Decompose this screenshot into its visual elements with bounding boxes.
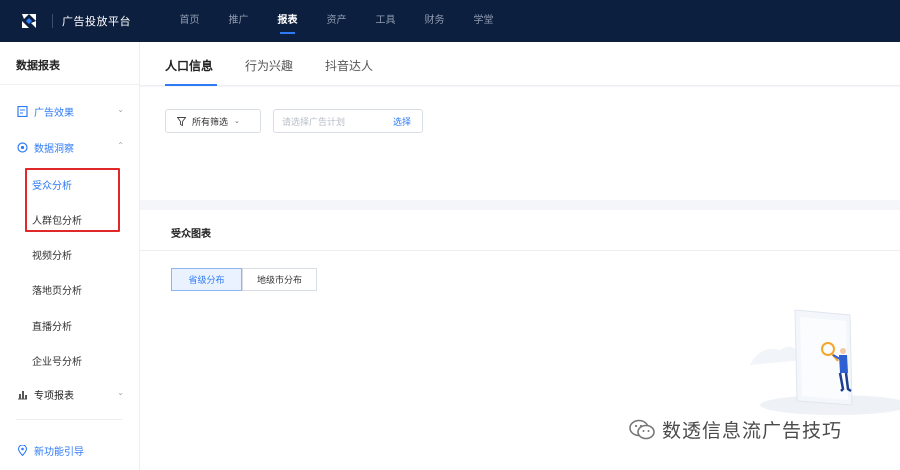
watermark: 数透信息流广告技巧 [628,416,842,443]
sidebar-group-label: 数据洞察 [34,143,74,155]
brand-name: 广告投放平台 [62,15,131,28]
tab-demographics[interactable]: 人口信息 [165,57,213,74]
main-nav: 首页 推广 报表 资产 工具 财务 学堂 [165,0,508,42]
location-pin-icon [16,444,28,456]
bar-chart-icon [16,388,28,400]
tab-behavior-interest[interactable]: 行为兴趣 [245,57,293,74]
sidebar-group-special-reports[interactable]: 专项报表 ⌄ [16,384,128,404]
segment-province[interactable]: 省级分布 [171,268,242,291]
segment-city[interactable]: 地级市分布 [242,268,317,291]
brand-divider [52,14,53,28]
top-nav-bar: 广告投放平台 首页 推广 报表 资产 工具 财务 学堂 [0,0,900,42]
ad-plan-picker[interactable]: 请选择广告计划 选择 [273,109,423,133]
card-title: 受众图表 [171,229,211,240]
nav-finance[interactable]: 财务 [410,0,459,42]
sidebar-group-label: 广告效果 [34,107,74,119]
sidebar-item-enterprise-account-analysis[interactable]: 企业号分析 [32,353,82,368]
sidebar-item-live-analysis[interactable]: 直播分析 [32,318,72,333]
chevron-down-icon: ⌄ [117,105,124,114]
nav-home[interactable]: 首页 [165,0,214,42]
filter-panel: 所有筛选 ⌄ 请选择广告计划 选择 [140,87,900,200]
sidebar-item-video-analysis[interactable]: 视频分析 [32,247,72,262]
sidebar-group-label: 新功能引导 [34,446,84,458]
sidebar-group-ad-effect[interactable]: 广告效果 ⌄ [16,101,128,121]
sidebar-group-data-insight[interactable]: 数据洞察 ⌃ [16,137,128,157]
nav-academy[interactable]: 学堂 [459,0,508,42]
sidebar-title: 数据报表 [16,59,60,72]
filter-icon [177,116,186,126]
report-icon [16,105,28,117]
watermark-text: 数透信息流广告技巧 [662,420,843,442]
nav-tools[interactable]: 工具 [361,0,410,42]
all-filters-button[interactable]: 所有筛选 ⌄ [165,109,261,133]
main-content: 人口信息 行为兴趣 抖音达人 所有筛选 ⌄ 请选择广告计划 选择 受众图表 省级… [140,42,900,470]
select-plan-button[interactable]: 选择 [393,115,411,128]
tab-douyin-influencers[interactable]: 抖音达人 [325,57,373,74]
empty-state-illustration [740,305,900,419]
insight-icon [16,141,28,153]
brand-logo-icon[interactable] [18,10,40,32]
wechat-icon [628,418,656,442]
nav-promotion[interactable]: 推广 [214,0,263,42]
chevron-up-icon: ⌃ [117,141,124,150]
nav-assets[interactable]: 资产 [312,0,361,42]
tab-bar: 人口信息 行为兴趣 抖音达人 [140,42,900,86]
card-divider [140,250,900,251]
sidebar-new-feature-guide[interactable]: 新功能引导 [16,440,128,460]
sidebar: 数据报表 广告效果 ⌄ 数据洞察 ⌃ 受众分析 人群包分析 视频分析 落地页分析… [0,42,140,470]
nav-reports[interactable]: 报表 [263,0,312,42]
chevron-down-icon: ⌄ [117,388,124,397]
sidebar-item-landing-page-analysis[interactable]: 落地页分析 [32,282,82,297]
chevron-down-icon: ⌄ [234,117,240,125]
sidebar-group-label: 专项报表 [34,390,74,402]
filter-label: 所有筛选 [192,117,229,128]
ad-plan-placeholder: 请选择广告计划 [282,117,346,128]
annotation-highlight-box [25,168,120,232]
active-tab-indicator [165,84,217,86]
sidebar-divider [0,84,140,85]
sidebar-divider [16,419,122,420]
